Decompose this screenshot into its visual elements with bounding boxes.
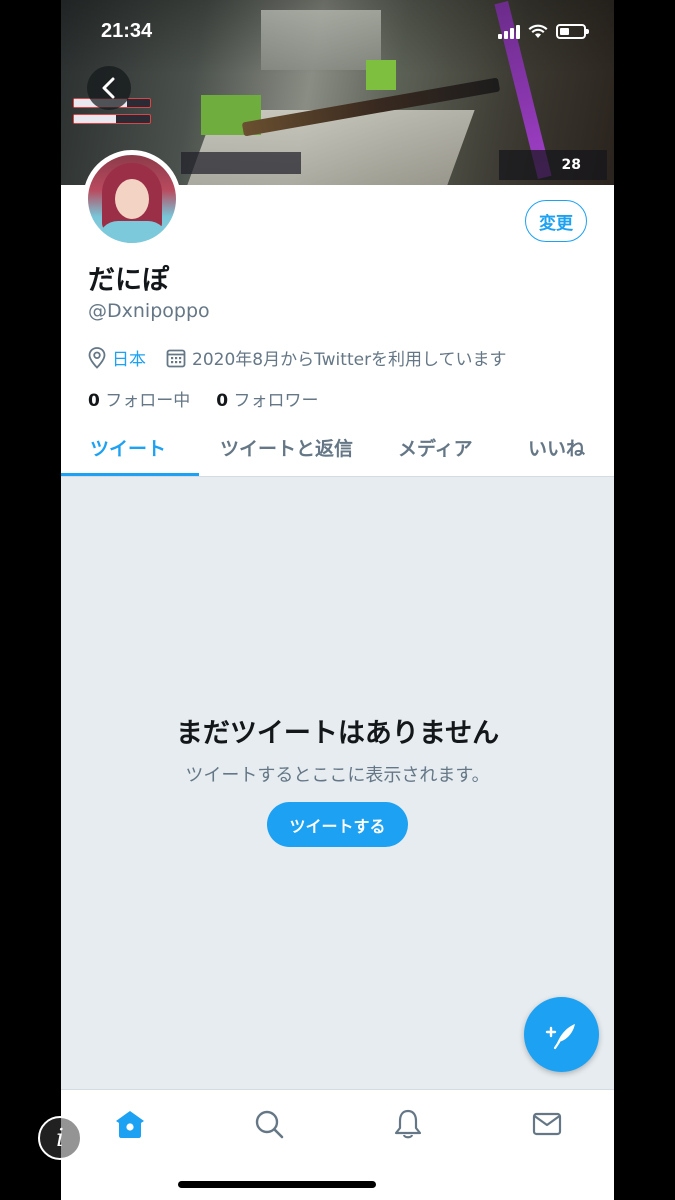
battery-icon xyxy=(556,24,589,39)
tab-likes[interactable]: いいね xyxy=(528,434,585,461)
banner-window-shape xyxy=(261,10,381,70)
profile-tabs: ツイート ツイートと返信 メディア いいね xyxy=(61,420,614,477)
banner-hud-ammo: 28 xyxy=(561,157,581,173)
nav-messages[interactable] xyxy=(529,1106,565,1142)
compose-tweet-button[interactable] xyxy=(524,997,599,1072)
calendar-icon xyxy=(166,349,186,367)
banner-hud-abilities xyxy=(181,152,301,174)
nav-home[interactable] xyxy=(112,1106,148,1142)
banner-green-block-2 xyxy=(366,60,396,90)
nav-search[interactable] xyxy=(251,1106,287,1142)
wifi-icon xyxy=(528,24,548,38)
follow-stats: 0 フォロー中 0 フォロワー xyxy=(88,386,319,411)
location-pin-icon xyxy=(88,346,106,369)
edit-profile-button[interactable]: 変更 xyxy=(525,200,587,242)
display-name: だにぽ xyxy=(88,265,169,296)
timeline-empty-state: まだツイートはありません ツイートするとここに表示されます。 ツイートする xyxy=(61,477,614,1089)
status-time: 21:34 xyxy=(101,20,153,42)
location-link[interactable]: 日本 xyxy=(112,345,146,370)
signal-icon xyxy=(498,24,520,39)
joined-date: 2020年8月からTwitterを利用しています xyxy=(192,350,507,370)
home-indicator[interactable] xyxy=(178,1181,376,1188)
info-icon[interactable]: i xyxy=(38,1116,82,1160)
bell-icon xyxy=(394,1109,422,1139)
banner-hud-weapon: 28 xyxy=(499,150,607,180)
compose-feather-icon xyxy=(545,1023,575,1049)
tweet-button[interactable]: ツイートする xyxy=(267,802,408,847)
empty-state-subtitle: ツイートするとここに表示されます。 xyxy=(185,765,490,786)
user-handle: @Dxnipoppo xyxy=(88,300,210,322)
home-icon xyxy=(116,1111,144,1138)
profile-screen: 28 21:34 変更 だにぽ @Dxnipoppo 日本 2020年8月からT… xyxy=(61,0,614,1200)
tab-media[interactable]: メディア xyxy=(398,434,473,461)
tab-tweets-and-replies[interactable]: ツイートと返信 xyxy=(220,434,353,461)
active-tab-indicator xyxy=(61,473,199,476)
back-button[interactable] xyxy=(87,66,131,110)
followers-link[interactable]: 0 フォロワー xyxy=(216,386,318,411)
empty-state-title: まだツイートはありません xyxy=(175,718,500,749)
tab-tweets[interactable]: ツイート xyxy=(90,434,166,461)
nav-notifications[interactable] xyxy=(390,1106,426,1142)
chevron-left-icon xyxy=(102,77,115,99)
profile-meta: 日本 2020年8月からTwitterを利用しています xyxy=(88,345,507,370)
avatar[interactable] xyxy=(83,150,181,248)
mail-icon xyxy=(532,1112,562,1136)
search-icon xyxy=(255,1110,284,1139)
status-icons xyxy=(498,24,589,39)
following-link[interactable]: 0 フォロー中 xyxy=(88,386,190,411)
